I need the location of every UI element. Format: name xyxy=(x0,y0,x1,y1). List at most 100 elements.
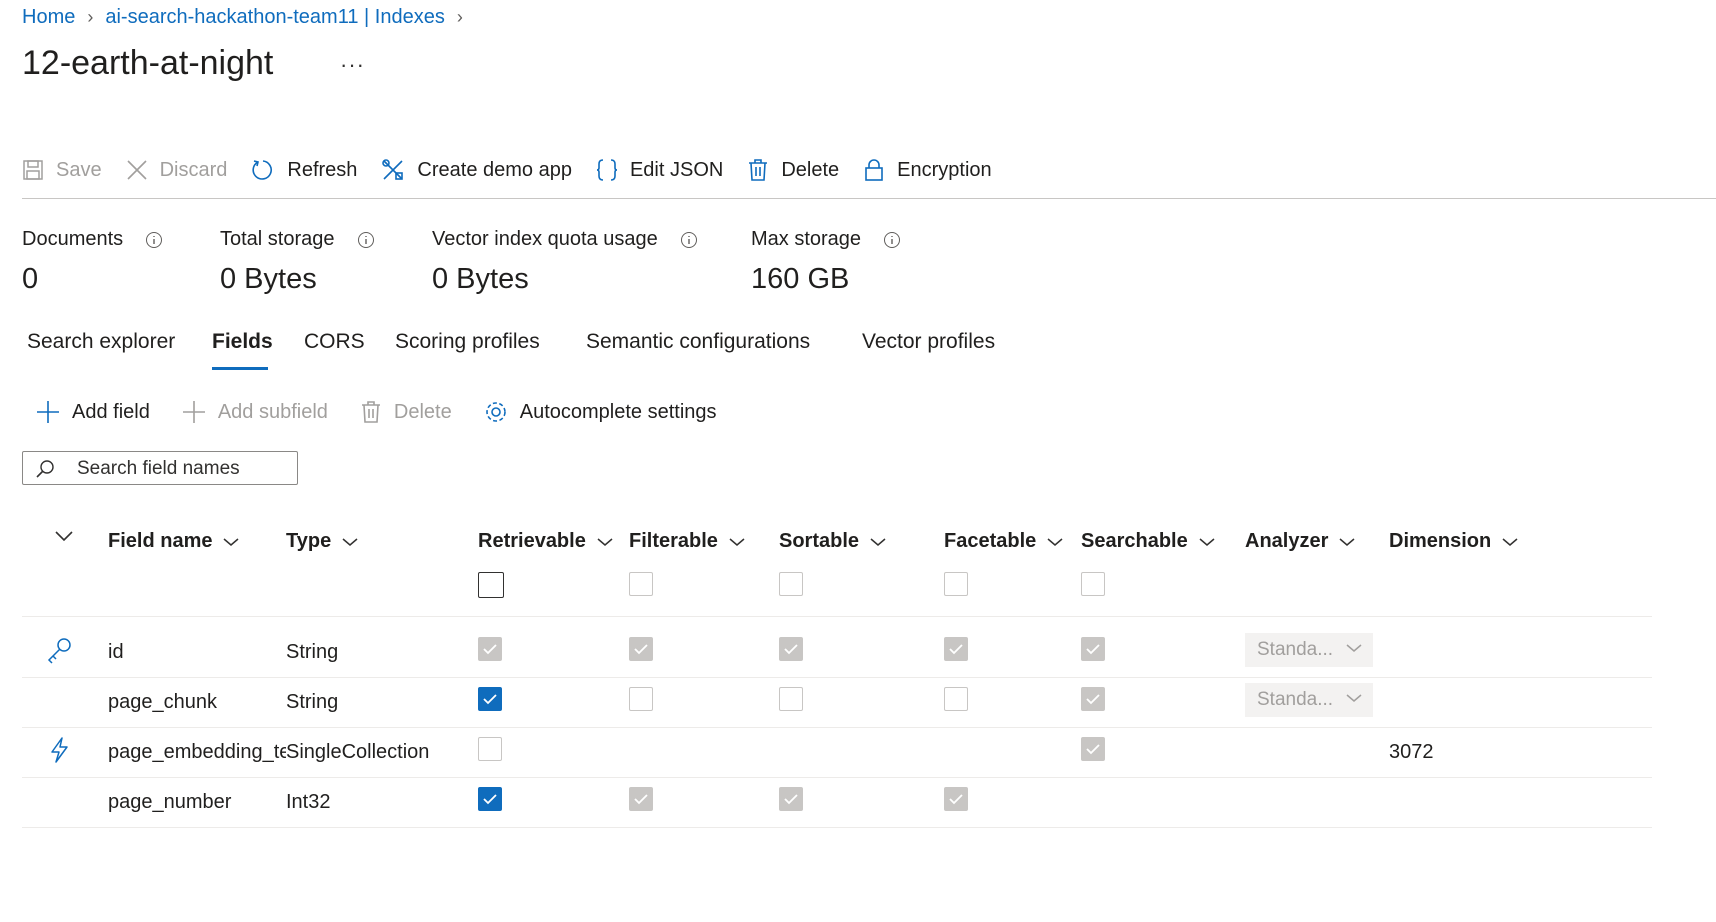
tab-vector-profiles[interactable]: Vector profiles xyxy=(862,330,995,354)
field-name-cell[interactable]: page_embedding_text_3_large xyxy=(108,741,286,764)
refresh-icon xyxy=(252,160,273,180)
header-field-name[interactable]: Field name xyxy=(108,530,240,553)
retrievable-checkbox[interactable] xyxy=(478,787,502,811)
retrievable-checkbox[interactable] xyxy=(478,687,502,711)
sortable-checkbox[interactable] xyxy=(779,637,803,661)
tab-semantic-configurations[interactable]: Semantic configurations xyxy=(586,330,810,354)
expand-all-button[interactable] xyxy=(44,530,74,542)
header-dimension[interactable]: Dimension xyxy=(1389,530,1519,553)
tab-scoring-profiles[interactable]: Scoring profiles xyxy=(395,330,540,354)
searchable-checkbox[interactable] xyxy=(1081,637,1105,661)
braces-icon xyxy=(596,159,618,181)
field-type-cell: SingleCollection xyxy=(286,741,430,763)
active-tab-indicator xyxy=(212,367,268,370)
search-field-names[interactable] xyxy=(22,451,298,485)
field-name-cell[interactable]: page_number xyxy=(108,791,286,814)
add-field-button[interactable]: Add field xyxy=(36,400,150,424)
add-subfield-button[interactable]: Add subfield xyxy=(182,400,328,424)
sortable-checkbox[interactable] xyxy=(779,687,803,711)
fields-table: Field name Type Retrievable Filterable S… xyxy=(22,520,1652,850)
chevron-down-icon xyxy=(342,537,358,546)
facetable-checkbox[interactable] xyxy=(944,637,968,661)
sortable-checkbox[interactable] xyxy=(779,787,803,811)
row-divider xyxy=(22,616,1652,617)
info-icon[interactable] xyxy=(145,231,163,249)
chevron-down-icon xyxy=(223,537,239,546)
header-searchable[interactable]: Searchable xyxy=(1081,530,1216,553)
facetable-checkbox[interactable] xyxy=(944,687,968,711)
facetable-checkbox[interactable] xyxy=(944,787,968,811)
select-all-retrievable-checkbox[interactable] xyxy=(478,572,504,598)
close-icon xyxy=(127,160,147,180)
retrievable-checkbox[interactable] xyxy=(478,637,502,661)
metric-value: 0 xyxy=(22,263,39,295)
row-divider xyxy=(22,827,1652,828)
checkmark-icon xyxy=(483,694,497,705)
chevron-down-icon xyxy=(1199,537,1215,546)
field-name-cell[interactable]: id xyxy=(108,641,286,664)
select-all-facetable-checkbox[interactable] xyxy=(944,572,968,596)
field-name-cell[interactable]: page_chunk xyxy=(108,691,286,714)
tab-list: Search explorer Fields CORS Scoring prof… xyxy=(22,330,1022,370)
analyzer-dropdown[interactable]: Standa... xyxy=(1245,633,1373,667)
more-options-button[interactable]: ··· xyxy=(340,52,365,78)
metric-max-storage: Max storage 160 GB xyxy=(751,228,901,296)
header-type[interactable]: Type xyxy=(286,530,359,553)
header-facetable[interactable]: Facetable xyxy=(944,530,1064,553)
retrievable-checkbox[interactable] xyxy=(478,737,502,761)
search-input[interactable] xyxy=(75,456,289,482)
metric-vector-quota: Vector index quota usage 0 Bytes xyxy=(432,228,698,296)
field-type-cell: Int32 xyxy=(286,791,331,813)
header-retrievable[interactable]: Retrievable xyxy=(478,530,614,553)
delete-index-button[interactable]: Delete xyxy=(747,158,839,182)
breadcrumb-service-link[interactable]: ai-search-hackathon-team11 | Indexes xyxy=(105,6,444,29)
chevron-right-icon: › xyxy=(87,7,94,27)
header-sortable[interactable]: Sortable xyxy=(779,530,887,553)
select-all-sortable-checkbox[interactable] xyxy=(779,572,803,596)
metric-label: Total storage xyxy=(220,228,335,250)
searchable-checkbox[interactable] xyxy=(1081,737,1105,761)
edit-json-button[interactable]: Edit JSON xyxy=(596,158,723,182)
lightning-icon xyxy=(48,736,70,769)
refresh-button[interactable]: Refresh xyxy=(251,158,357,182)
header-label: Type xyxy=(286,530,332,552)
select-all-searchable-checkbox[interactable] xyxy=(1081,572,1105,596)
tab-search-explorer[interactable]: Search explorer xyxy=(27,330,175,354)
add-subfield-label: Add subfield xyxy=(217,400,328,423)
header-analyzer[interactable]: Analyzer xyxy=(1245,530,1356,553)
checkmark-icon xyxy=(784,794,798,805)
discard-label: Discard xyxy=(159,158,228,181)
search-icon xyxy=(36,460,54,478)
create-demo-app-label: Create demo app xyxy=(417,158,572,181)
chevron-down-icon xyxy=(1339,537,1355,546)
breadcrumb-home-link[interactable]: Home xyxy=(22,6,75,29)
checkmark-icon xyxy=(483,794,497,805)
select-all-filterable-checkbox[interactable] xyxy=(629,572,653,596)
autocomplete-settings-button[interactable]: Autocomplete settings xyxy=(484,400,717,424)
checkmark-icon xyxy=(949,644,963,655)
fields-toolbar: Add field Add subfield Delete Autocomple… xyxy=(36,400,749,424)
info-icon[interactable] xyxy=(680,231,698,249)
delete-field-button[interactable]: Delete xyxy=(360,400,452,424)
header-label: Retrievable xyxy=(478,530,586,552)
info-icon[interactable] xyxy=(883,231,901,249)
encryption-button[interactable]: Encryption xyxy=(863,158,992,182)
save-button[interactable]: Save xyxy=(22,159,102,182)
analyzer-dropdown[interactable]: Standa... xyxy=(1245,683,1373,717)
filterable-checkbox[interactable] xyxy=(629,787,653,811)
metric-label: Documents xyxy=(22,228,124,250)
info-icon[interactable] xyxy=(357,231,375,249)
filterable-checkbox[interactable] xyxy=(629,687,653,711)
checkmark-icon xyxy=(1086,694,1100,705)
chevron-down-icon xyxy=(1502,537,1518,546)
tab-fields[interactable]: Fields xyxy=(212,330,273,354)
refresh-label: Refresh xyxy=(287,158,358,181)
discard-button[interactable]: Discard xyxy=(126,158,228,182)
create-demo-app-button[interactable]: Create demo app xyxy=(381,158,572,182)
checkmark-icon xyxy=(1086,644,1100,655)
header-filterable[interactable]: Filterable xyxy=(629,530,746,553)
tab-cors[interactable]: CORS xyxy=(304,330,365,354)
filterable-checkbox[interactable] xyxy=(629,637,653,661)
chevron-down-icon xyxy=(1346,644,1362,652)
searchable-checkbox[interactable] xyxy=(1081,687,1105,711)
